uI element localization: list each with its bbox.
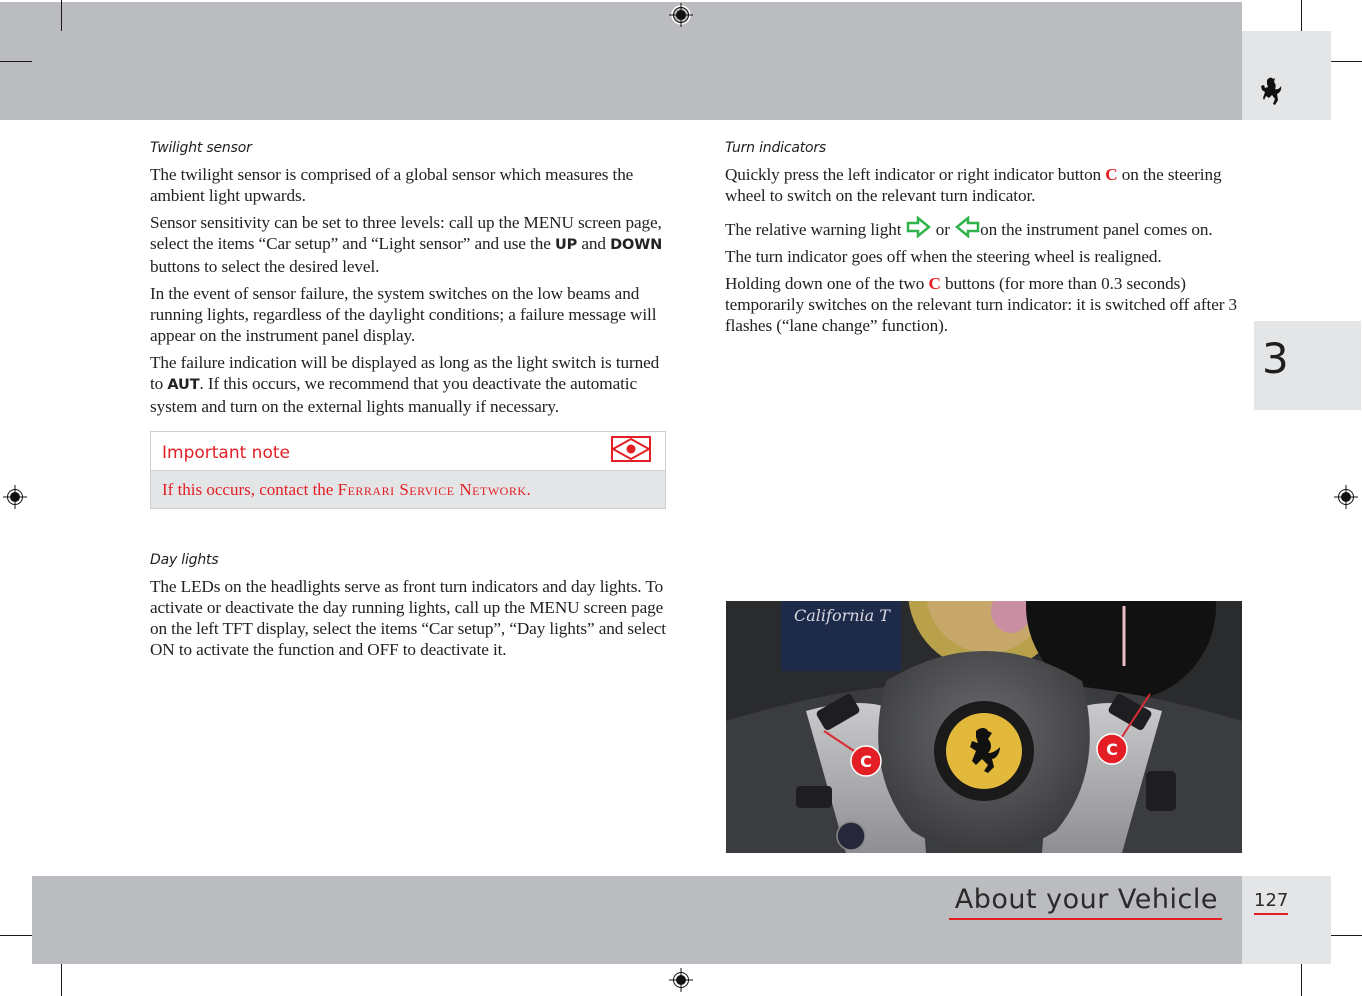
display-text: California T (794, 606, 891, 625)
important-note-title: Important note (162, 443, 290, 463)
registration-mark-icon (669, 3, 693, 27)
right-turn-arrow-icon (906, 216, 931, 238)
twilight-paragraph-1: The twilight sensor is comprised of a gl… (150, 165, 634, 205)
section-title: About your Vehicle (948, 883, 1222, 920)
steering-wheel-photo: California T C C (726, 601, 1242, 853)
button-c-label: C (1105, 165, 1118, 184)
chapter-number: 3 (1262, 334, 1289, 383)
text: and (577, 234, 611, 253)
steering-wheel-illustration: California T C C (726, 601, 1242, 853)
turn-indicators-heading: Turn indicators (725, 140, 827, 156)
text: Quickly press the left indicator or righ… (725, 165, 1106, 184)
text: on the instrument panel comes on. (980, 220, 1213, 239)
button-c-label: C (928, 274, 941, 293)
important-note-text: If this occurs, contact the Ferrari Serv… (151, 471, 665, 508)
down-button-label: DOWN (610, 237, 663, 253)
prancing-horse-icon (1261, 77, 1282, 105)
text: If this occurs, contact the (162, 480, 338, 499)
registration-mark-icon (669, 968, 693, 992)
twilight-paragraph-4: The failure indication will be displayed… (150, 352, 670, 417)
callout-label: C (1106, 740, 1118, 759)
header-band (0, 2, 1242, 120)
right-column: Turn indicators Quickly press the left i… (725, 140, 1245, 342)
turn-paragraph-4: Holding down one of the two C buttons (f… (725, 273, 1245, 336)
text: or (931, 220, 955, 239)
callout-label: C (860, 752, 872, 771)
crop-mark (61, 0, 62, 31)
ferrari-service-network: Ferrari Service Network (337, 480, 527, 499)
important-note-header: Important note (151, 432, 665, 471)
twilight-sensor-heading: Twilight sensor (150, 140, 252, 156)
text: Holding down one of the two (725, 274, 929, 293)
day-lights-paragraph: The LEDs on the headlights serve as fron… (150, 577, 666, 659)
day-lights-heading: Day lights (150, 552, 219, 568)
text: buttons to select the desired level. (150, 257, 380, 276)
crop-mark (1331, 61, 1362, 62)
crop-mark (61, 964, 62, 996)
eye-warning-icon (611, 436, 651, 462)
left-column: Twilight sensor The twilight sensor is c… (150, 140, 670, 666)
aut-label: AUT (167, 377, 200, 393)
callout-c-right: C (1096, 733, 1128, 765)
page-number: 127 (1254, 890, 1289, 915)
up-button-label: UP (554, 237, 578, 253)
registration-mark-icon (1334, 485, 1358, 509)
registration-mark-icon (3, 485, 27, 509)
crop-mark (0, 935, 32, 936)
turn-paragraph-2: The relative warning light or on the ins… (725, 216, 1245, 240)
crop-mark (1331, 935, 1362, 936)
header-logo-panel (1242, 31, 1331, 120)
crop-mark (0, 61, 32, 62)
turn-paragraph-3: The turn indicator goes off when the ste… (725, 247, 1162, 266)
twilight-paragraph-2: Sensor sensitivity can be set to three l… (150, 212, 670, 277)
left-turn-arrow-icon (955, 216, 980, 238)
important-note-box: Important note If this occurs, contact t… (150, 431, 666, 509)
crop-mark (1301, 0, 1302, 31)
twilight-paragraph-3: In the event of sensor failure, the syst… (150, 284, 657, 345)
text: . If this occurs, we recommend that you … (150, 374, 637, 416)
callout-c-left: C (850, 745, 882, 777)
text: . (526, 480, 531, 499)
turn-paragraph-1: Quickly press the left indicator or righ… (725, 164, 1245, 206)
crop-mark (1301, 964, 1302, 996)
text: The relative warning light (725, 220, 906, 239)
